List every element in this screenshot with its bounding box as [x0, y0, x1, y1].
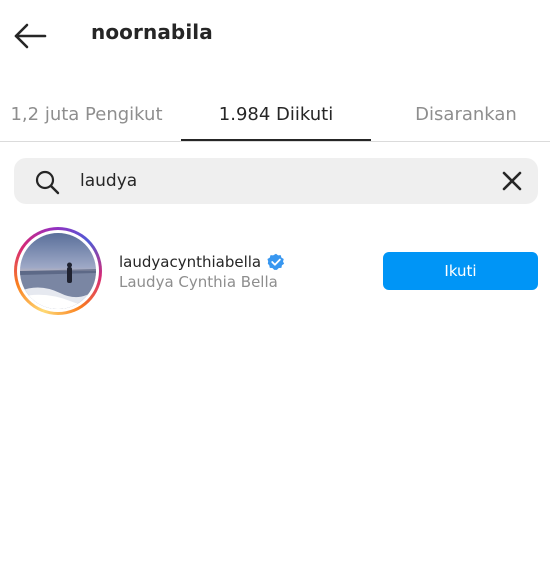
list-item[interactable]: laudyacynthiabella Laudya Cynthia Bella …: [0, 224, 550, 318]
avatar-border: [17, 230, 99, 312]
full-name: Laudya Cynthia Bella: [119, 273, 278, 291]
username[interactable]: laudyacynthiabella: [119, 253, 261, 271]
close-icon: [502, 171, 522, 191]
tab-following[interactable]: 1.984 Diikuti: [181, 88, 371, 140]
tab-suggested[interactable]: Disarankan: [404, 88, 528, 140]
avatar[interactable]: [14, 227, 102, 315]
page-title: noornabila: [91, 20, 213, 44]
clear-search-button[interactable]: [500, 169, 524, 193]
search-input[interactable]: [80, 158, 480, 204]
following-page: noornabila 1,2 juta Pengikut 1.984 Diiku…: [0, 0, 550, 567]
search-bar: [14, 158, 538, 204]
follow-button[interactable]: Ikuti: [383, 252, 538, 290]
tabs-divider: [0, 141, 550, 142]
avatar-photo: [20, 233, 96, 309]
arrow-left-icon: [14, 23, 47, 49]
username-row: laudyacynthiabella: [119, 251, 285, 273]
tab-bar: 1,2 juta Pengikut 1.984 Diikuti Disarank…: [0, 88, 550, 142]
back-button[interactable]: [12, 20, 48, 52]
tab-followers[interactable]: 1,2 juta Pengikut: [0, 88, 173, 140]
verified-badge-icon: [267, 253, 285, 270]
header: noornabila: [0, 0, 550, 70]
search-icon: [35, 170, 60, 195]
